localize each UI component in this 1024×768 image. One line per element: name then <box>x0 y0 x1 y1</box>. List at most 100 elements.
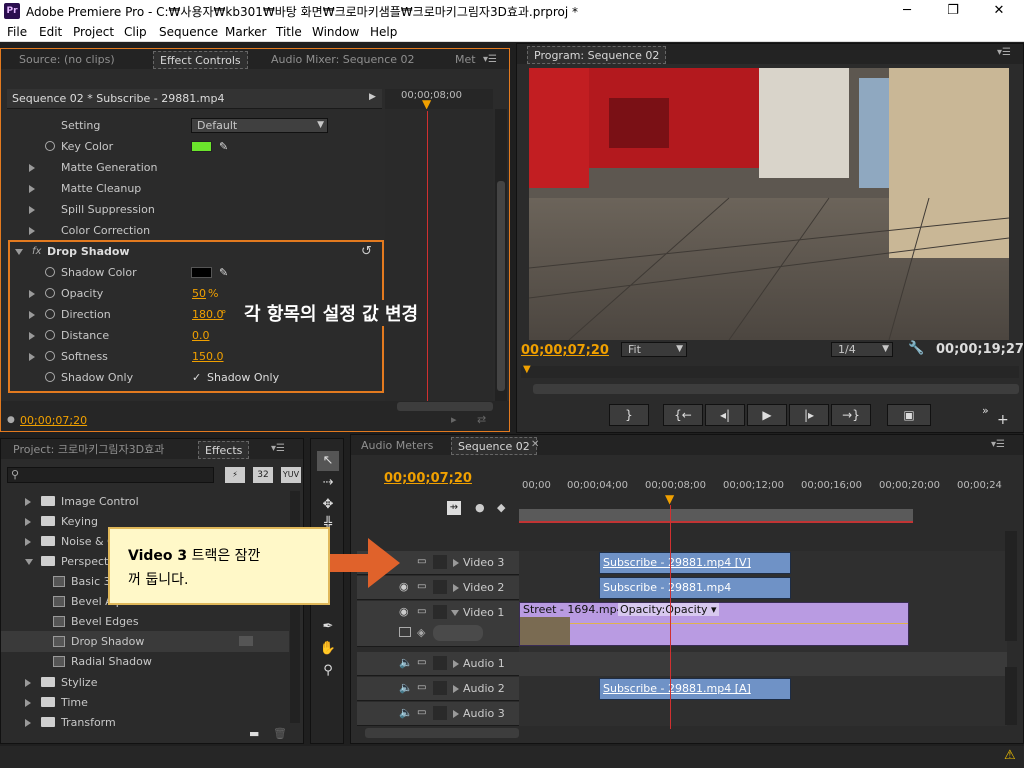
toggle-output-icon[interactable]: ▭ <box>417 707 426 718</box>
snap-icon[interactable]: ⇸ <box>447 501 461 515</box>
eye-icon[interactable]: ◉ <box>399 605 409 618</box>
ec-vertical-scrollbar[interactable] <box>495 109 507 401</box>
expand-triangle-icon[interactable] <box>29 353 35 361</box>
play-button[interactable]: ▶ <box>747 404 787 426</box>
resolution-dropdown[interactable]: 1/4 ▼ <box>831 342 893 357</box>
opacity-rubberband[interactable] <box>570 623 908 624</box>
expand-triangle-icon[interactable] <box>29 332 35 340</box>
timeline-playhead-icon[interactable]: ▼ <box>665 492 674 506</box>
expand-triangle-icon[interactable] <box>29 164 35 172</box>
add-marker-icon[interactable]: ● <box>475 501 485 514</box>
eyedropper-icon[interactable]: ✎ <box>219 262 228 283</box>
keyframe-toggle-icon[interactable]: ◈ <box>417 626 425 639</box>
stopwatch-icon[interactable] <box>45 309 55 319</box>
shadow-color-swatch[interactable] <box>191 267 212 278</box>
export-frame-button[interactable]: ▣ <box>887 404 931 426</box>
speaker-icon[interactable]: 🔈 <box>399 656 413 669</box>
tab-audio-meters[interactable]: Audio Meters <box>355 437 439 455</box>
setting-dropdown[interactable]: Default ▼ <box>191 118 328 133</box>
tab-program[interactable]: Program: Sequence 02 <box>527 46 667 64</box>
toggle-output-icon[interactable]: ▭ <box>417 682 426 693</box>
expand-triangle-icon[interactable] <box>453 559 459 567</box>
distance-value[interactable]: 0.0 <box>192 325 210 346</box>
expand-triangle-icon[interactable] <box>453 710 459 718</box>
panel-menu-icon[interactable]: ▾☰ <box>271 443 285 454</box>
keyframe-nav-control[interactable] <box>433 625 483 641</box>
go-to-previous-edit-button[interactable]: {← <box>663 404 703 426</box>
step-back-button[interactable]: ◂| <box>705 404 745 426</box>
toggle-output-icon[interactable]: ▭ <box>417 581 426 592</box>
tree-effect-selected[interactable]: Drop Shadow <box>1 631 289 652</box>
ec-timeline-ruler[interactable]: 00;00;08;00 ▼ <box>385 89 493 111</box>
expand-triangle-icon[interactable] <box>25 498 31 506</box>
menu-window[interactable]: Window <box>312 25 359 39</box>
toggle-output-icon[interactable]: ▭ <box>417 657 426 668</box>
selection-tool-icon[interactable]: ↖ <box>317 451 339 471</box>
expand-triangle-icon[interactable] <box>29 227 35 235</box>
delete-icon[interactable]: 🗑 <box>273 727 287 740</box>
collapse-triangle-icon[interactable] <box>15 249 23 255</box>
clip-audio2[interactable]: Subscribe - 29881.mp4 [A] <box>599 678 791 700</box>
loop-icon[interactable]: ⇄ <box>477 413 486 426</box>
timeline-ruler[interactable]: 00;00 00;00;04;00 00;00;08;00 00;00;12;0… <box>519 477 1007 499</box>
more-controls-icon[interactable]: » <box>982 404 989 417</box>
expand-triangle-icon[interactable] <box>25 538 31 546</box>
go-to-next-edit-button[interactable]: →} <box>831 404 871 426</box>
expand-triangle-icon[interactable] <box>29 206 35 214</box>
stopwatch-icon[interactable] <box>45 330 55 340</box>
matte-cleanup-row[interactable]: Matte Cleanup <box>1 178 384 199</box>
marker-icon[interactable]: ◆ <box>497 501 505 514</box>
lock-icon[interactable] <box>433 605 447 619</box>
effects-search-input[interactable]: ⚲ <box>7 467 214 483</box>
tree-folder[interactable]: Image Control <box>1 491 289 512</box>
zoom-tool-icon[interactable]: ⚲ <box>317 661 339 681</box>
stopwatch-icon[interactable] <box>45 372 55 382</box>
tree-folder[interactable]: Time <box>1 692 289 713</box>
tab-audio-mixer[interactable]: Audio Mixer: Sequence 02 <box>265 51 421 69</box>
expand-triangle-icon[interactable] <box>25 699 31 707</box>
opacity-value[interactable]: 50 <box>192 283 206 304</box>
expand-triangle-icon[interactable] <box>453 685 459 693</box>
lock-icon[interactable] <box>433 656 447 670</box>
ec-current-time[interactable]: 00;00;07;20 <box>20 414 87 427</box>
program-zoom-scrollbar[interactable] <box>533 384 1019 394</box>
menu-project[interactable]: Project <box>73 25 114 39</box>
minimize-button[interactable]: ─ <box>892 1 922 21</box>
video-tracks-scrollbar[interactable] <box>1005 531 1017 641</box>
tab-project[interactable]: Project: 크로마키그림자3D효과 <box>7 441 170 459</box>
new-bin-icon[interactable]: ▬ <box>249 727 259 740</box>
panel-menu-icon[interactable]: ▾☰ <box>483 54 497 65</box>
clip-video3[interactable]: Subscribe - 29881.mp4 [V] <box>599 552 791 574</box>
menu-sequence[interactable]: Sequence <box>159 25 218 39</box>
mark-out-button[interactable]: } <box>609 404 649 426</box>
yuv-badge[interactable]: YUV <box>281 467 301 483</box>
expand-triangle-icon[interactable] <box>29 290 35 298</box>
menu-title[interactable]: Title <box>276 25 302 39</box>
lock-icon[interactable] <box>433 555 447 569</box>
panel-menu-icon[interactable]: ▾☰ <box>997 47 1011 58</box>
toggle-output-icon[interactable]: ▭ <box>417 556 426 567</box>
menu-edit[interactable]: Edit <box>39 25 62 39</box>
stopwatch-icon[interactable] <box>45 267 55 277</box>
tree-folder[interactable]: Stylize <box>1 672 289 693</box>
expand-triangle-icon[interactable] <box>25 679 31 687</box>
spill-suppression-row[interactable]: Spill Suppression <box>1 199 384 220</box>
ec-zoom-scrollbar[interactable] <box>397 402 493 411</box>
tab-source[interactable]: Source: (no clips) <box>13 51 121 69</box>
toggle-output-icon[interactable]: ▭ <box>417 606 426 617</box>
softness-value[interactable]: 150.0 <box>192 346 224 367</box>
lock-icon[interactable] <box>433 706 447 720</box>
menu-file[interactable]: File <box>7 25 27 39</box>
color-correction-row[interactable]: Color Correction <box>1 220 384 241</box>
add-button-icon[interactable]: + <box>997 412 1009 428</box>
speaker-icon[interactable]: 🔈 <box>399 706 413 719</box>
show-timeline-icon[interactable]: ▶ <box>369 92 376 102</box>
display-style-icon[interactable] <box>399 627 411 637</box>
tab-sequence[interactable]: Sequence 02 <box>451 437 537 455</box>
play-audio-icon[interactable]: ▸ <box>451 413 457 426</box>
lock-icon[interactable] <box>433 681 447 695</box>
tree-effect[interactable]: Bevel Edges <box>1 611 289 632</box>
drop-shadow-row[interactable]: fx Drop Shadow ↺ <box>1 241 384 262</box>
step-forward-button[interactable]: |▸ <box>789 404 829 426</box>
clip-video2[interactable]: Subscribe - 29881.mp4 <box>599 577 791 599</box>
